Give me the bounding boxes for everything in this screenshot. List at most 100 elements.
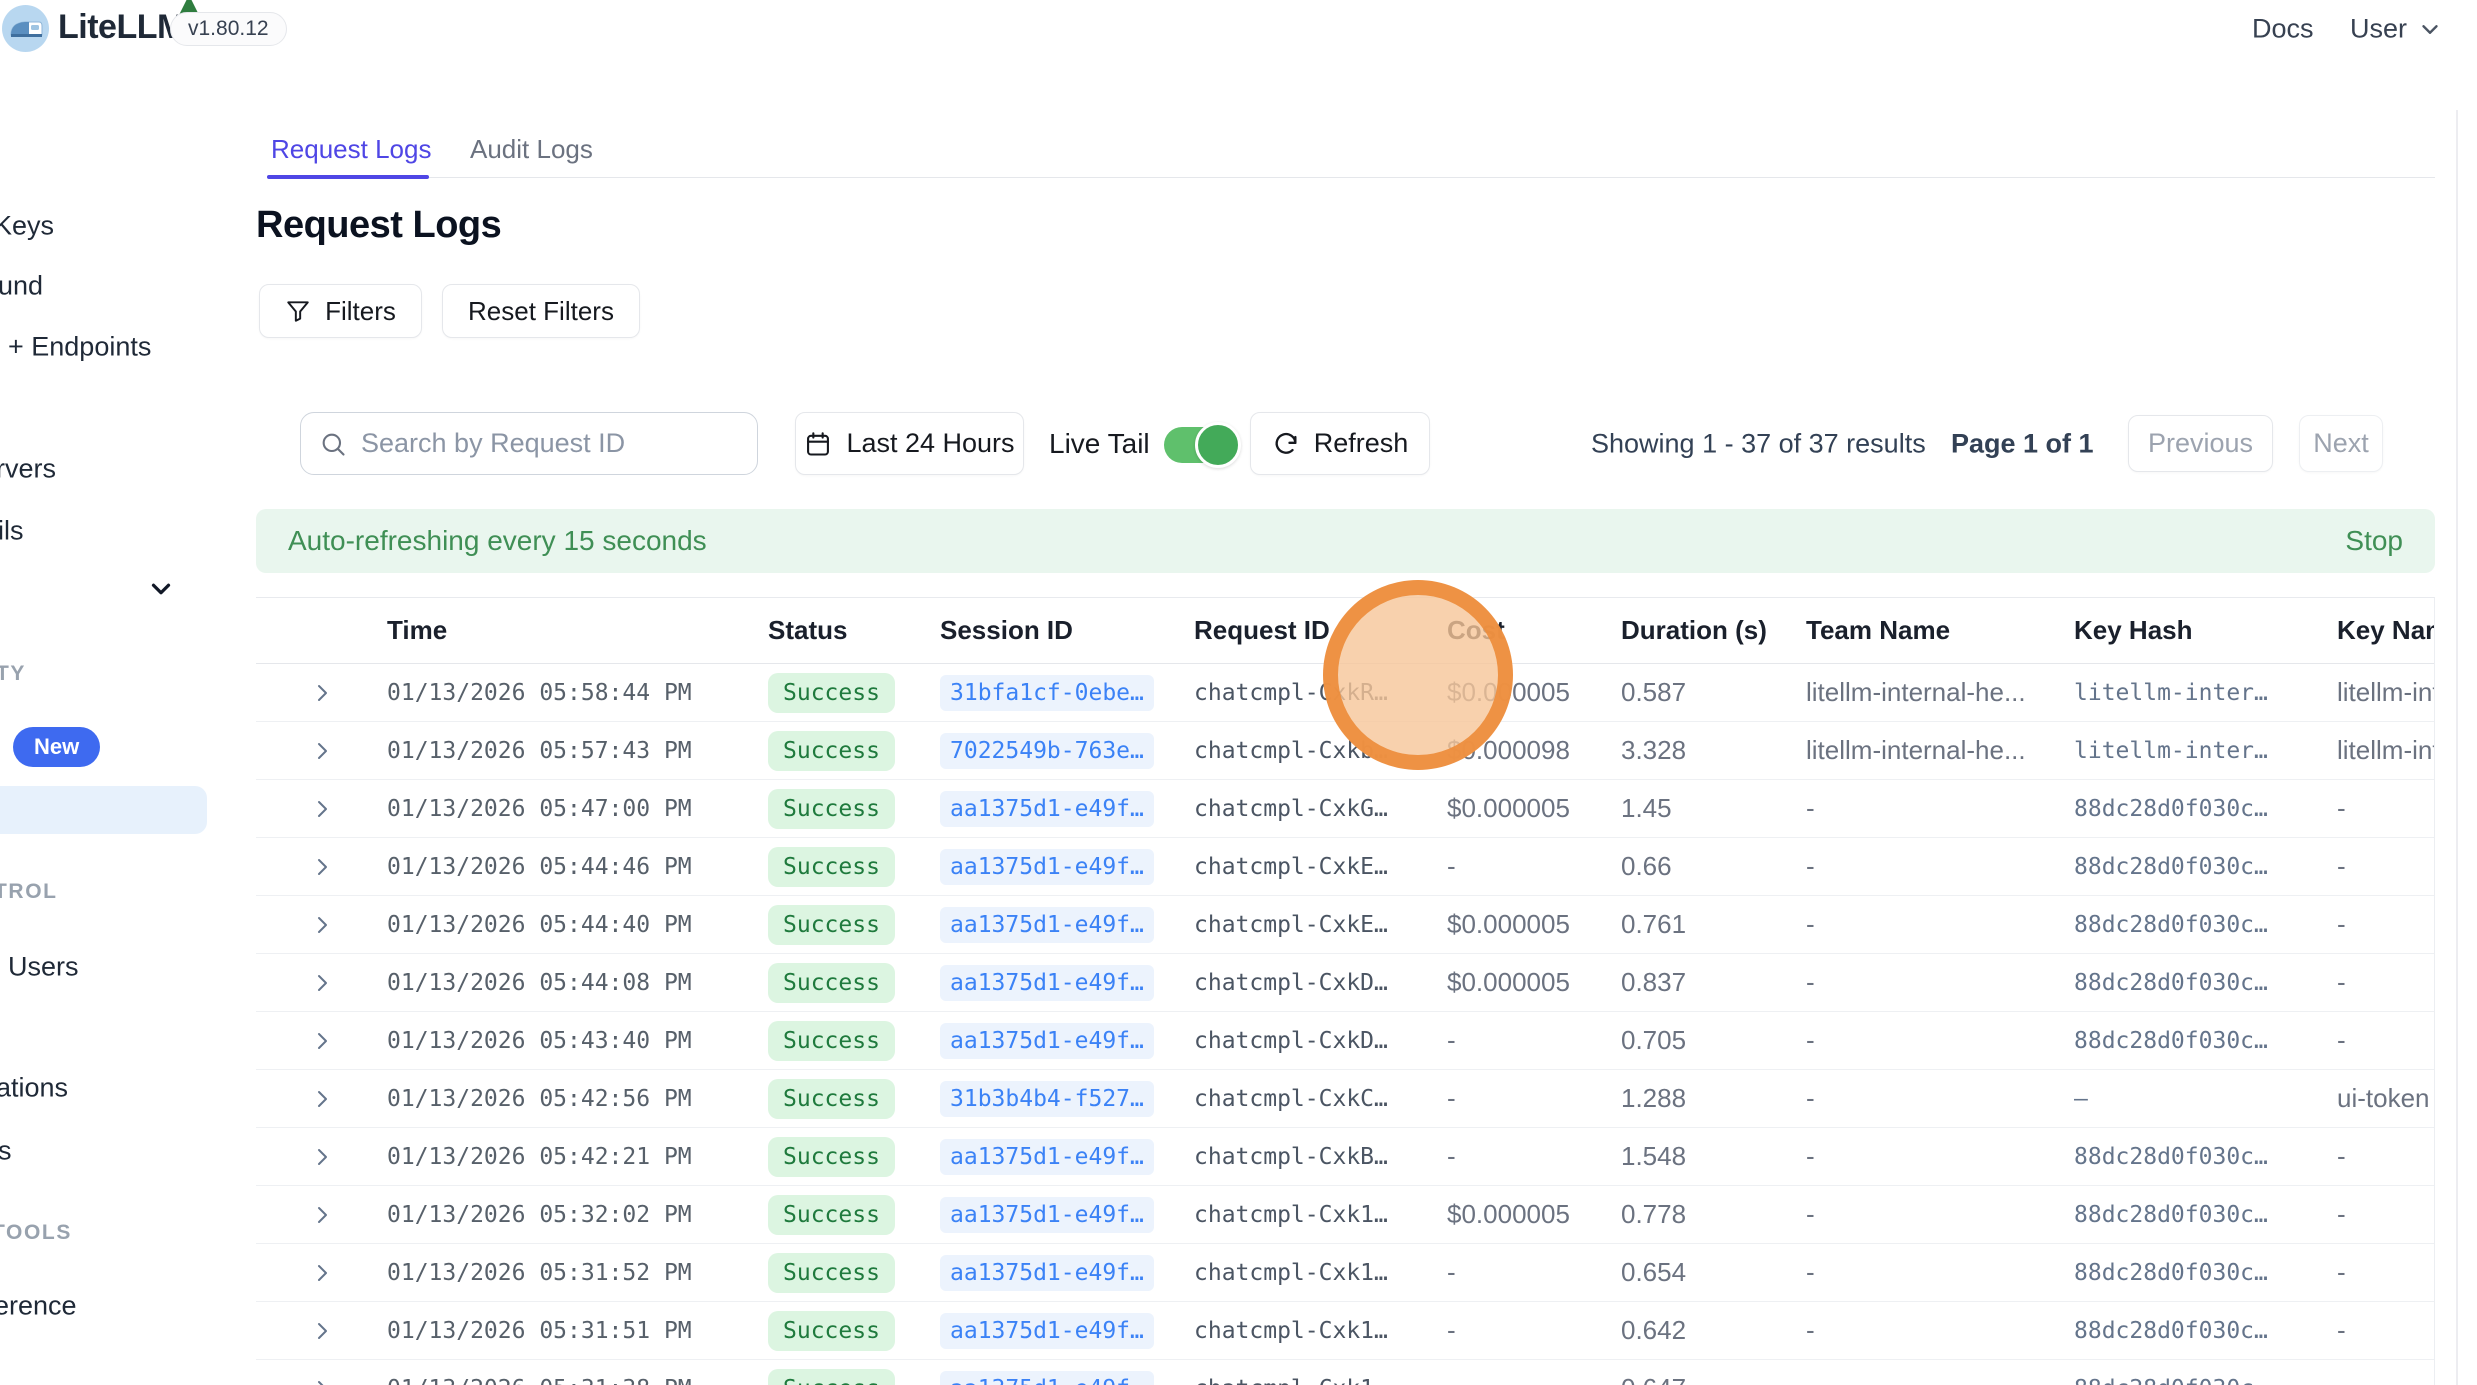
- time-range-button[interactable]: Last 24 Hours: [795, 412, 1024, 475]
- session-id-link[interactable]: aa1375d1-e49f…: [940, 1023, 1154, 1059]
- cell-status: Success: [768, 789, 940, 829]
- session-id-link[interactable]: aa1375d1-e49f…: [940, 1139, 1154, 1175]
- cell-status: Success: [768, 1369, 940, 1385]
- cell-time: 01/13/2026 05:57:43 PM: [387, 738, 768, 764]
- cell-time: 01/13/2026 05:47:00 PM: [387, 796, 768, 822]
- expand-chevron-icon[interactable]: [256, 1377, 387, 1385]
- cell-team-name: -: [1806, 793, 2074, 824]
- expand-chevron-icon[interactable]: [256, 913, 387, 937]
- session-id-link[interactable]: aa1375d1-e49f…: [940, 849, 1154, 885]
- table-row[interactable]: 01/13/2026 05:42:56 PMSuccess31b3b4b4-f5…: [256, 1070, 2434, 1128]
- chevron-down-icon: [2417, 16, 2443, 42]
- sidebar-item-selected[interactable]: [0, 786, 207, 834]
- cell-request-id: chatcmpl-CxkB…: [1194, 1144, 1447, 1170]
- expand-chevron-icon[interactable]: [256, 739, 387, 763]
- sidebar-item[interactable]: s: [0, 1136, 12, 1167]
- expand-chevron-icon[interactable]: [256, 681, 387, 705]
- session-id-link[interactable]: aa1375d1-e49f…: [940, 1197, 1154, 1233]
- cell-duration: 0.66: [1621, 851, 1806, 882]
- expand-chevron-icon[interactable]: [256, 971, 387, 995]
- cell-request-id: chatcmpl-Cxkb…: [1194, 738, 1447, 764]
- expand-chevron-icon[interactable]: [256, 1087, 387, 1111]
- live-tail-toggle[interactable]: [1164, 427, 1237, 463]
- column-header: Status: [768, 615, 940, 646]
- cell-team-name: litellm-internal-he...: [1806, 735, 2074, 766]
- session-id-link[interactable]: aa1375d1-e49f…: [940, 1313, 1154, 1349]
- expand-chevron-icon[interactable]: [256, 1145, 387, 1169]
- cell-request-id: chatcmpl-Cxk1…: [1194, 1318, 1447, 1344]
- table-row[interactable]: 01/13/2026 05:43:40 PMSuccessaa1375d1-e4…: [256, 1012, 2434, 1070]
- cell-cost: $0.000005: [1447, 1199, 1621, 1230]
- brand-name: LiteLLM: [58, 8, 185, 47]
- sidebar-item[interactable]: Keys: [0, 211, 54, 242]
- table-row[interactable]: 01/13/2026 05:44:46 PMSuccessaa1375d1-e4…: [256, 838, 2434, 896]
- table-row[interactable]: 01/13/2026 05:31:51 PMSuccessaa1375d1-e4…: [256, 1302, 2434, 1360]
- sidebar-item[interactable]: Users: [8, 952, 79, 983]
- sidebar-item[interactable]: erence: [0, 1291, 77, 1322]
- expand-chevron-icon[interactable]: [256, 1261, 387, 1285]
- cell-request-id: chatcmpl-CxkD…: [1194, 970, 1447, 996]
- cell-status: Success: [768, 673, 940, 713]
- tab-request-logs[interactable]: Request Logs: [271, 134, 431, 178]
- expand-chevron-icon[interactable]: [256, 1319, 387, 1343]
- session-id-link[interactable]: 31b3b4b4-f527…: [940, 1081, 1154, 1117]
- active-tab-underline: [267, 175, 429, 179]
- cell-session-id: aa1375d1-e49f…: [940, 1023, 1194, 1059]
- filters-button[interactable]: Filters: [259, 284, 422, 338]
- refresh-icon: [1272, 430, 1300, 458]
- session-id-link[interactable]: aa1375d1-e49f…: [940, 965, 1154, 1001]
- table-row[interactable]: 01/13/2026 05:31:52 PMSuccessaa1375d1-e4…: [256, 1244, 2434, 1302]
- table-row[interactable]: 01/13/2026 05:44:08 PMSuccessaa1375d1-e4…: [256, 954, 2434, 1012]
- docs-link[interactable]: Docs: [2252, 14, 2314, 45]
- expand-chevron-icon[interactable]: [256, 797, 387, 821]
- sidebar-item[interactable]: ations: [0, 1073, 68, 1104]
- expand-chevron-icon[interactable]: [256, 1029, 387, 1053]
- tab-audit-logs[interactable]: Audit Logs: [470, 134, 593, 178]
- cell-team-name: -: [1806, 1315, 2074, 1346]
- session-id-link[interactable]: 7022549b-763e…: [940, 733, 1154, 769]
- session-id-link[interactable]: aa1375d1-e49f…: [940, 1371, 1154, 1385]
- sidebar-collapse-chevron-icon[interactable]: [146, 574, 176, 604]
- expand-chevron-icon[interactable]: [256, 855, 387, 879]
- cell-duration: 3.328: [1621, 735, 1806, 766]
- cell-request-id: chatcmpl-Cxk1…: [1194, 1376, 1447, 1385]
- cell-cost: -: [1447, 1141, 1621, 1172]
- stop-auto-refresh-link[interactable]: Stop: [2345, 525, 2403, 557]
- sidebar-item[interactable]: ils: [0, 516, 24, 547]
- table-row[interactable]: 01/13/2026 05:47:00 PMSuccessaa1375d1-e4…: [256, 780, 2434, 838]
- cell-team-name: -: [1806, 1025, 2074, 1056]
- table-row[interactable]: 01/13/2026 05:58:44 PMSuccess31bfa1cf-0e…: [256, 664, 2434, 722]
- previous-page-button[interactable]: Previous: [2128, 415, 2273, 472]
- cell-time: 01/13/2026 05:31:51 PM: [387, 1318, 768, 1344]
- cell-key-hash: 88dc28d0f030c…: [2074, 1318, 2337, 1344]
- table-row[interactable]: 01/13/2026 05:44:40 PMSuccessaa1375d1-e4…: [256, 896, 2434, 954]
- cell-status: Success: [768, 1195, 940, 1235]
- cell-session-id: aa1375d1-e49f…: [940, 1371, 1194, 1385]
- session-id-link[interactable]: 31bfa1cf-0ebe…: [940, 675, 1154, 711]
- next-page-button[interactable]: Next: [2299, 415, 2383, 472]
- column-header: Team Name: [1806, 615, 2074, 646]
- table-row[interactable]: 01/13/2026 05:57:43 PMSuccess7022549b-76…: [256, 722, 2434, 780]
- reset-filters-button[interactable]: Reset Filters: [442, 284, 640, 338]
- sidebar-item[interactable]: + Endpoints: [8, 332, 151, 363]
- cell-key-name: -: [2337, 1373, 2434, 1385]
- cell-request-id: chatcmpl-CxkE…: [1194, 854, 1447, 880]
- status-badge: Success: [768, 1253, 895, 1293]
- sidebar-item[interactable]: rvers: [0, 454, 56, 485]
- cell-cost: -: [1447, 1257, 1621, 1288]
- expand-chevron-icon[interactable]: [256, 1203, 387, 1227]
- cell-key-name: -: [2337, 851, 2434, 882]
- cell-duration: 0.837: [1621, 967, 1806, 998]
- table-row[interactable]: 01/13/2026 05:32:02 PMSuccessaa1375d1-e4…: [256, 1186, 2434, 1244]
- session-id-link[interactable]: aa1375d1-e49f…: [940, 1255, 1154, 1291]
- session-id-link[interactable]: aa1375d1-e49f…: [940, 907, 1154, 943]
- refresh-button[interactable]: Refresh: [1250, 412, 1430, 475]
- table-row[interactable]: 01/13/2026 05:42:21 PMSuccessaa1375d1-e4…: [256, 1128, 2434, 1186]
- search-input[interactable]: [361, 428, 739, 459]
- cell-duration: 1.288: [1621, 1083, 1806, 1114]
- session-id-link[interactable]: aa1375d1-e49f…: [940, 791, 1154, 827]
- user-menu[interactable]: User: [2350, 14, 2443, 45]
- table-row[interactable]: 01/13/2026 05:31:38 PMSuccessaa1375d1-e4…: [256, 1360, 2434, 1385]
- results-summary: Showing 1 - 37 of 37 results: [1591, 429, 1926, 460]
- sidebar-item[interactable]: und: [0, 271, 43, 302]
